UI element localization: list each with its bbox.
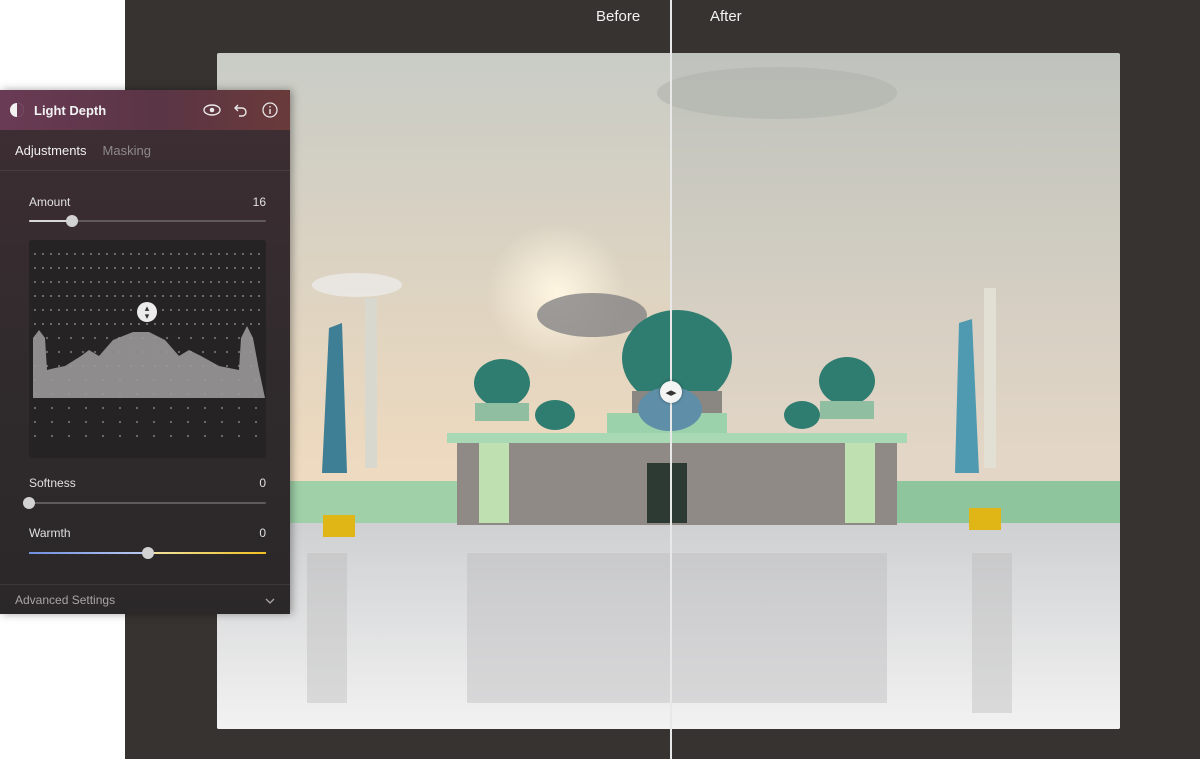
split-drag-handle[interactable]: ◂▸ xyxy=(660,381,682,403)
softness-label: Softness xyxy=(29,476,76,490)
chevron-down-icon xyxy=(265,593,275,607)
vertical-arrows-icon: ▴ ▾ xyxy=(144,303,150,321)
panel-tabs: Adjustments Masking xyxy=(0,130,290,171)
softness-slider[interactable] xyxy=(23,497,266,509)
warmth-value: 0 xyxy=(259,526,266,540)
depth-map-preview[interactable]: ▴ ▾ xyxy=(29,240,266,458)
tab-adjustments[interactable]: Adjustments xyxy=(15,143,87,158)
amount-label: Amount xyxy=(29,195,71,209)
amount-slider-thumb[interactable] xyxy=(65,215,78,227)
softness-value: 0 xyxy=(259,476,266,490)
panel-header: Light Depth xyxy=(0,90,290,130)
warmth-slider[interactable] xyxy=(29,547,266,559)
before-label: Before xyxy=(596,8,641,25)
info-icon[interactable] xyxy=(260,100,280,120)
after-label: After xyxy=(710,8,742,25)
tab-masking[interactable]: Masking xyxy=(103,143,151,158)
undo-icon[interactable] xyxy=(231,100,251,120)
light-depth-panel: Light Depth Adjustments Masking Amount 1… xyxy=(0,90,290,614)
warmth-slider-thumb[interactable] xyxy=(141,547,154,559)
panel-title: Light Depth xyxy=(34,102,107,118)
amount-value: 16 xyxy=(252,195,266,209)
advanced-settings-toggle[interactable]: Advanced Settings xyxy=(0,584,290,614)
warmth-label: Warmth xyxy=(29,526,71,540)
compare-split-line[interactable] xyxy=(670,0,672,759)
light-depth-logo-icon xyxy=(10,103,24,117)
amount-slider[interactable] xyxy=(29,215,266,227)
softness-slider-thumb[interactable] xyxy=(23,497,35,509)
depth-focus-handle[interactable]: ▴ ▾ xyxy=(137,302,157,322)
advanced-settings-label: Advanced Settings xyxy=(15,592,116,607)
split-arrows-icon: ◂▸ xyxy=(665,386,677,399)
eye-icon[interactable] xyxy=(202,100,222,120)
